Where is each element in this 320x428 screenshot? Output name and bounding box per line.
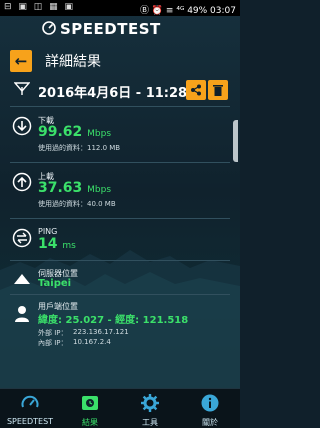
tab-tools-label: 工具: [142, 418, 158, 427]
upload-speed: 37.63 Mbps: [38, 180, 111, 196]
page-title: 詳細結果: [45, 54, 101, 70]
tab-about[interactable]: 關於: [180, 389, 240, 428]
internal-ip-value: 10.167.2.4: [73, 338, 111, 346]
divider: [10, 218, 230, 219]
upload-icon: [12, 172, 32, 192]
result-date: 2016年4月6日 - 11:28: [38, 86, 188, 101]
ping-icon: [12, 228, 32, 248]
download-icon: [12, 116, 32, 136]
server-section: 伺服器位置 Taipei: [0, 266, 240, 294]
tab-results-label: 結果: [82, 418, 98, 427]
share-icon: [191, 84, 201, 96]
internal-ip-label: 內部 IP：: [38, 339, 68, 347]
download-value: 99.62: [38, 124, 83, 140]
bottom-tab-bar: SPEEDTEST 結果 工具 關於: [0, 388, 240, 428]
edge-panel-handle[interactable]: [233, 120, 238, 162]
server-location-icon: [14, 274, 30, 284]
gear-icon: [141, 394, 159, 412]
download-speed: 99.62 Mbps: [38, 124, 111, 140]
upload-value: 37.63: [38, 180, 83, 196]
server-value: Taipei: [38, 278, 72, 289]
divider: [10, 106, 230, 107]
info-icon: [201, 394, 219, 412]
speedtest-logo-icon: [42, 21, 56, 35]
share-button[interactable]: [186, 80, 206, 100]
ping-section: PING 14 ms: [0, 224, 240, 260]
upload-unit: Mbps: [87, 185, 112, 195]
notification-icons: ⊟ ▣ ◫ ▦ ▣: [4, 2, 75, 12]
download-unit: Mbps: [87, 129, 112, 139]
external-ip-label: 外部 IP：: [38, 329, 68, 337]
upload-data-used: 使用過的資料：40.0 MB: [38, 200, 116, 208]
user-icon: [15, 306, 29, 322]
tab-tools[interactable]: 工具: [120, 389, 180, 428]
external-ip-value: 223.136.17.121: [73, 328, 129, 336]
signal-icon: [14, 82, 30, 95]
divider: [10, 260, 230, 261]
page-header: ← 詳細結果: [0, 46, 240, 76]
trash-icon: [213, 85, 223, 96]
external-ip-row: 外部 IP： 223.136.17.121: [38, 328, 208, 337]
ping-result: 14 ms: [38, 236, 76, 252]
tab-about-label: 關於: [202, 418, 218, 427]
result-date-row: 2016年4月6日 - 11:28: [0, 78, 240, 104]
tab-results[interactable]: 結果: [60, 389, 120, 428]
app-bar: SPEEDTEST: [0, 16, 240, 42]
download-data-used: 使用過的資料：112.0 MB: [38, 144, 121, 152]
client-section: 用戶端位置 緯度: 25.027 - 經度: 121.518 外部 IP： 22…: [0, 300, 240, 356]
gauge-icon: [21, 395, 39, 408]
download-section: 下載 99.62 Mbps 使用過的資料：112.0 MB: [0, 112, 240, 160]
tab-speedtest-label: SPEEDTEST: [6, 417, 54, 426]
history-icon: [82, 396, 98, 410]
delete-button[interactable]: [208, 80, 228, 100]
divider: [10, 162, 230, 163]
app-brand: SPEEDTEST: [60, 20, 161, 38]
ping-unit: ms: [62, 241, 76, 251]
back-button[interactable]: ←: [10, 50, 32, 72]
ping-label: PING: [38, 227, 58, 236]
status-bar: ⊟ ▣ ◫ ▦ ▣ Ⓑ ⏰ ≡ ⁴ᴳ 49% 03:07: [0, 0, 240, 16]
status-right: Ⓑ ⏰ ≡ ⁴ᴳ 49% 03:07: [140, 6, 236, 16]
upload-section: 上載 37.63 Mbps 使用過的資料：40.0 MB: [0, 168, 240, 216]
internal-ip-row: 內部 IP： 10.167.2.4: [38, 338, 208, 347]
divider: [10, 294, 230, 295]
ping-value: 14: [38, 236, 58, 252]
tab-speedtest[interactable]: SPEEDTEST: [0, 389, 60, 428]
arrow-left-icon: ←: [14, 52, 28, 70]
client-coordinates: 緯度: 25.027 - 經度: 121.518: [38, 315, 189, 326]
